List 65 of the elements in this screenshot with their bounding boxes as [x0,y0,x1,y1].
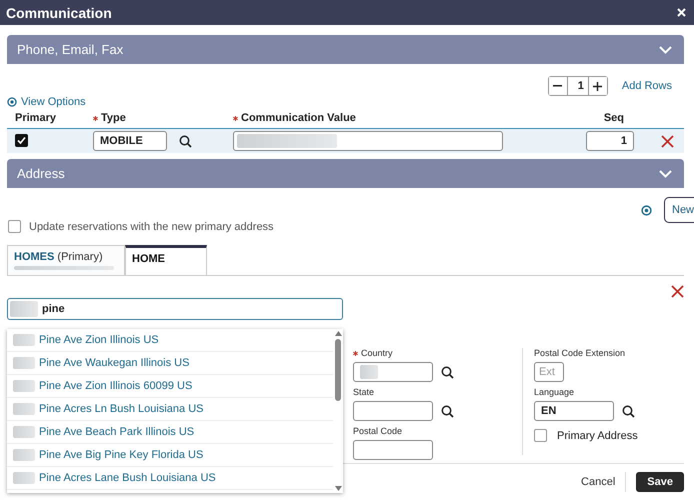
redacted-block [13,357,35,369]
redacted-block [13,472,35,484]
checkbox-label: Update reservations with the new primary address [29,220,274,232]
column-header: Type [101,112,126,124]
cancel-button[interactable]: Cancel [571,472,626,492]
scrollbar[interactable] [333,329,343,493]
scroll-down-icon[interactable] [334,486,342,491]
input-field[interactable] [353,440,433,460]
redacted-block [13,334,35,346]
target-icon[interactable] [641,204,652,216]
input-field[interactable] [353,401,433,421]
column-header: Seq [604,112,624,124]
delete-icon[interactable] [671,285,684,298]
add-rows-link[interactable]: Add Rows [622,80,672,92]
checkbox-label: Primary Address [557,430,638,442]
input-field[interactable] [233,131,503,151]
field-label: Language [534,387,574,397]
search-icon[interactable] [441,366,454,378]
address-tab[interactable]: HOMES (Primary) [7,245,125,275]
column-header: Communication Value [241,112,356,124]
redacted-block [13,426,35,438]
redacted-block [13,380,35,392]
suggestion-item[interactable]: Pine Ave Beach Park Illinois US [7,421,333,444]
suggestion-item[interactable]: Pine Ave Big Pine Key Florida US [7,444,333,467]
section-header[interactable]: Address [7,159,684,188]
checkbox[interactable] [8,220,21,233]
redacted-block [360,365,378,379]
search-icon[interactable] [441,404,454,418]
field-label: Postal Code Extension [534,348,626,358]
section-title: Address [17,166,65,181]
save-button[interactable]: Save [636,472,684,492]
close-icon[interactable] [677,8,686,17]
suggestion-item[interactable]: Pine Ave Zion Illinois 60099 US [7,375,333,398]
search-field[interactable]: pine [7,298,343,320]
checkbox[interactable] [15,134,28,147]
address-tab[interactable]: HOME [125,245,207,275]
redacted-block [10,301,38,317]
search-icon[interactable] [179,134,192,148]
column-header: Primary [15,112,56,124]
new-button[interactable]: New [664,197,694,223]
search-icon[interactable] [622,404,635,418]
suggestion-item[interactable]: Pine Acres Ln Bush Louisiana US [7,398,333,421]
redacted-block [13,403,35,415]
section-header[interactable]: Phone, Email, Fax [7,35,684,64]
row-stepper[interactable]: 1 [548,76,608,96]
suggestion-item[interactable]: Pine Ave Waukegan Illinois US [7,352,333,375]
field-label: Country [361,348,393,358]
input-field[interactable] [353,362,433,382]
window-title: Communication [6,4,112,20]
input-field[interactable]: 1 [586,131,634,151]
view-options-link[interactable]: View Options [7,96,86,108]
checkbox[interactable] [534,429,547,442]
redacted-block [13,449,35,461]
scroll-up-icon[interactable] [334,331,342,336]
field-label: Postal Code [353,426,402,436]
delete-icon[interactable] [661,134,674,148]
input-field[interactable]: MOBILE [93,131,167,151]
suggestion-item[interactable]: Pine Ave Zion Illinois US [7,329,333,352]
target-icon[interactable] [7,97,17,107]
field-label: State [353,387,374,397]
input-field[interactable]: EN [534,401,614,421]
chevron-down-icon[interactable] [659,170,672,178]
chevron-down-icon[interactable] [659,46,672,54]
section-title: Phone, Email, Fax [17,42,124,57]
suggestion-item[interactable]: Pine Acres Lane Bush Louisiana US [7,467,333,490]
